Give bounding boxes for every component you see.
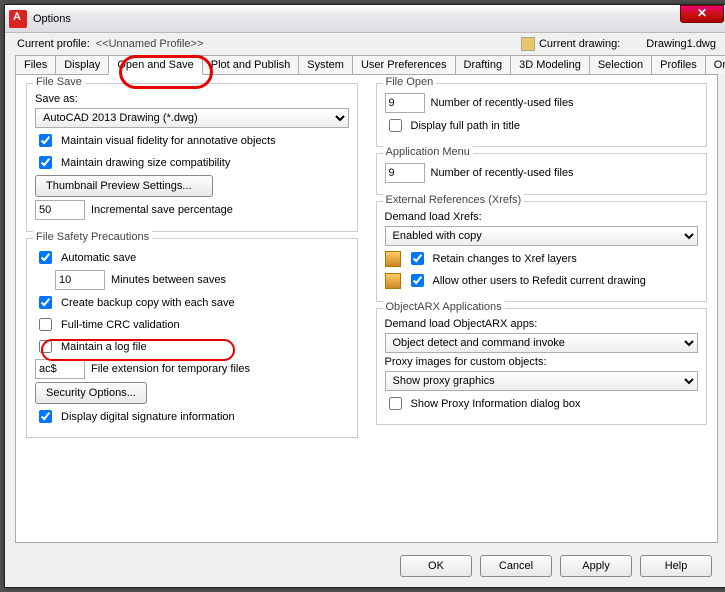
tab-online[interactable]: Online [705,55,725,74]
lbl-crc: Full-time CRC validation [61,319,180,331]
group-file-open: File Open Number of recently-used files … [376,83,708,147]
appmenu-recent-label: Number of recently-used files [431,167,574,179]
proxy-label: Proxy images for custom objects: [385,356,547,368]
cursor-icon [192,179,202,193]
tab-display[interactable]: Display [55,55,109,74]
lbl-log: Maintain a log file [61,341,147,353]
tab-profiles[interactable]: Profiles [651,55,706,74]
xref-icon [385,273,401,289]
thumbnail-settings-button[interactable]: Thumbnail Preview Settings... [35,175,213,197]
tab-system[interactable]: System [298,55,353,74]
group-title-app-menu: Application Menu [383,146,473,158]
lbl-fullpath: Display full path in title [411,120,520,132]
group-arx: ObjectARX Applications Demand load Objec… [376,308,708,425]
chk-annotative[interactable] [39,134,52,147]
chk-refedit[interactable] [411,274,424,287]
left-column: File Save Save as: AutoCAD 2013 Drawing … [26,83,358,532]
security-options-button[interactable]: Security Options... [35,382,147,404]
minutes-input[interactable] [55,270,105,290]
save-as-label: Save as: [35,93,78,105]
lbl-autosave: Automatic save [61,252,136,264]
tab-3d-modeling[interactable]: 3D Modeling [510,55,590,74]
window-title: Options [33,13,71,25]
chk-fullpath[interactable] [389,119,402,132]
group-file-save: File Save Save as: AutoCAD 2013 Drawing … [26,83,358,232]
demand-arx-select[interactable]: Object detect and command invoke [385,333,699,353]
recent-files-label: Number of recently-used files [431,97,574,109]
appmenu-recent-input[interactable] [385,163,425,183]
lbl-backup: Create backup copy with each save [61,297,235,309]
chk-signature[interactable] [39,410,52,423]
chk-retain[interactable] [411,252,424,265]
lbl-annotative: Maintain visual fidelity for annotative … [61,135,276,147]
tab-drafting[interactable]: Drafting [455,55,512,74]
lbl-retain: Retain changes to Xref layers [433,253,577,265]
ext-input[interactable] [35,359,85,379]
ok-button[interactable]: OK [400,555,472,577]
group-title-xrefs: External References (Xrefs) [383,194,525,206]
drawing-icon [521,37,535,51]
chk-autosave[interactable] [39,251,52,264]
group-title-arx: ObjectARX Applications [383,301,505,313]
apply-button[interactable]: Apply [560,555,632,577]
profile-value: <<Unnamed Profile>> [96,38,204,50]
chk-log[interactable] [39,340,52,353]
profile-label: Current profile: [17,38,90,50]
group-title-file-save: File Save [33,76,85,88]
minutes-label: Minutes between saves [111,274,226,286]
demand-xrefs-select[interactable]: Enabled with copy [385,226,699,246]
proxy-select[interactable]: Show proxy graphics [385,371,699,391]
incremental-label: Incremental save percentage [91,204,233,216]
close-button[interactable]: ✕ [680,5,724,23]
group-app-menu: Application Menu Number of recently-used… [376,153,708,195]
tabstrip: Files Display Open and Save Plot and Pub… [15,55,718,75]
tab-user-prefs[interactable]: User Preferences [352,55,456,74]
profile-row: Current profile: <<Unnamed Profile>> Cur… [5,33,725,55]
chk-proxydlg[interactable] [389,397,402,410]
incremental-input[interactable] [35,200,85,220]
cancel-button[interactable]: Cancel [480,555,552,577]
lbl-signature: Display digital signature information [61,411,235,423]
options-dialog: Options ✕ Current profile: <<Unnamed Pro… [4,4,725,588]
app-icon [9,10,27,28]
tab-selection[interactable]: Selection [589,55,652,74]
drawing-value: Drawing1.dwg [646,38,716,50]
recent-files-input[interactable] [385,93,425,113]
lbl-proxydlg: Show Proxy Information dialog box [411,398,581,410]
drawing-label: Current drawing: [539,38,620,50]
xref-icon [385,251,401,267]
tab-files[interactable]: Files [15,55,56,74]
ext-label: File extension for temporary files [91,363,250,375]
tab-open-and-save[interactable]: Open and Save [108,55,202,75]
group-title-file-open: File Open [383,76,437,88]
group-title-safety: File Safety Precautions [33,231,152,243]
help-button[interactable]: Help [640,555,712,577]
chk-compat[interactable] [39,156,52,169]
lbl-compat: Maintain drawing size compatibility [61,157,230,169]
group-safety: File Safety Precautions Automatic save M… [26,238,358,438]
save-as-select[interactable]: AutoCAD 2013 Drawing (*.dwg) [35,108,349,128]
chk-crc[interactable] [39,318,52,331]
chk-backup[interactable] [39,296,52,309]
right-column: File Open Number of recently-used files … [376,83,708,532]
titlebar: Options ✕ [5,5,725,33]
tab-plot-publish[interactable]: Plot and Publish [202,55,300,74]
lbl-refedit: Allow other users to Refedit current dra… [433,275,646,287]
demand-arx-label: Demand load ObjectARX apps: [385,318,538,330]
demand-xrefs-label: Demand load Xrefs: [385,211,482,223]
footer: OK Cancel Apply Help [400,555,712,577]
group-xrefs: External References (Xrefs) Demand load … [376,201,708,302]
panel: File Save Save as: AutoCAD 2013 Drawing … [15,75,718,543]
